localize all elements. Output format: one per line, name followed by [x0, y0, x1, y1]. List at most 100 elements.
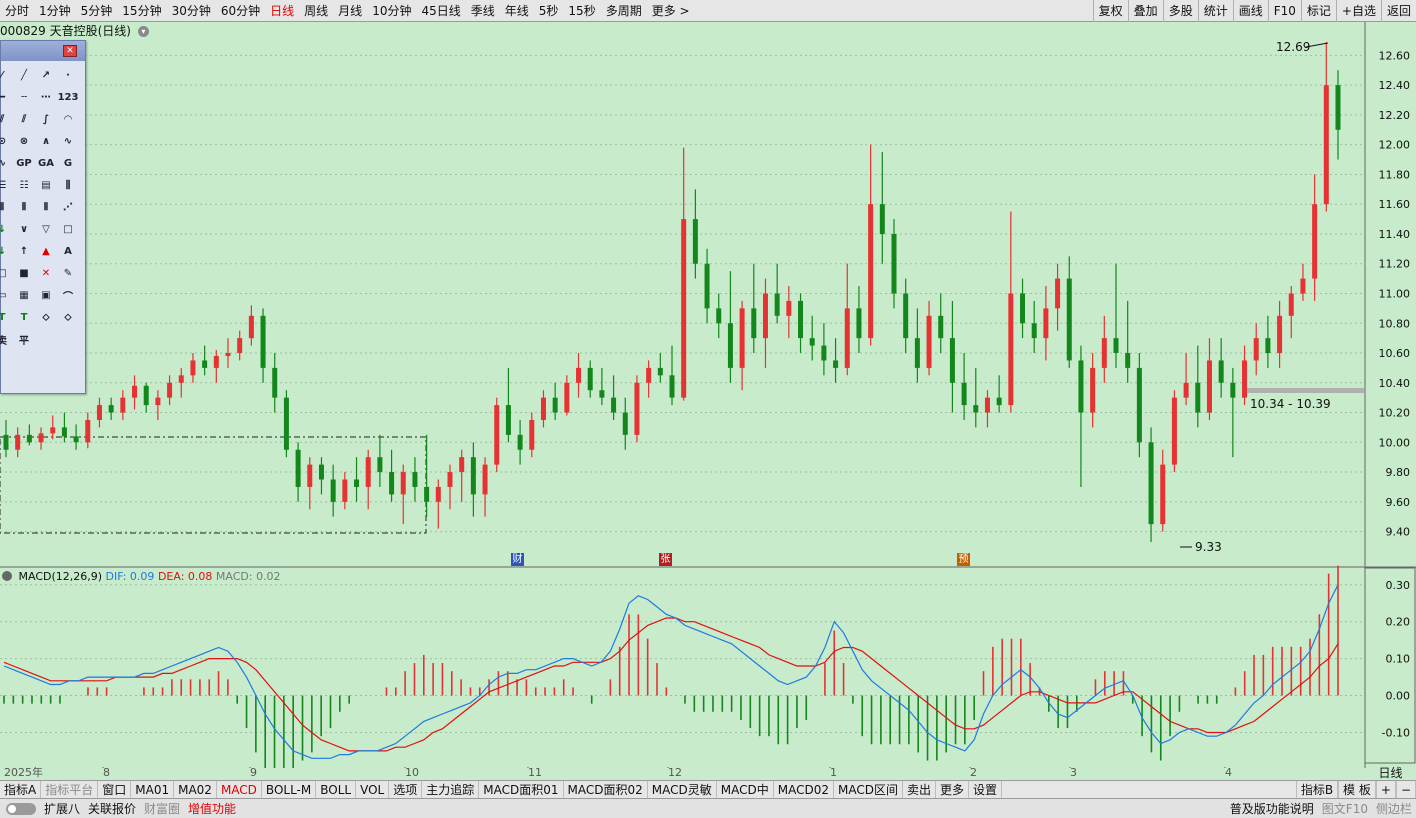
draw-tool-icon-30[interactable]: ▽: [35, 218, 57, 240]
gear-icon[interactable]: [2, 571, 12, 581]
signal-icon-finance[interactable]: 财: [511, 553, 524, 566]
draw-tool-icon-41[interactable]: ▦: [13, 284, 35, 306]
tab-0[interactable]: 指标A: [0, 780, 42, 799]
drawing-tools-panel[interactable]: ✕ ⁄ ╱ ↗ · ━ ╌ ⋯ 123 ⫽ ⫽ ∫ ◠ ⊙ ⊗ ∧ ∿ ∿ GP GA G ☰ ☷ ▤ ⫼ ⦀ ⦀ ⦀ ⋰ ↓ ∨ ▽ □ ↓ ↑…: [0, 40, 86, 394]
draw-tool-icon-31[interactable]: □: [57, 218, 79, 240]
tool-button-7[interactable]: +自选: [1335, 0, 1381, 22]
period-6[interactable]: 日线: [265, 0, 299, 22]
draw-tool-icon-20[interactable]: ☰: [0, 174, 13, 196]
tab-7[interactable]: BOLL: [316, 780, 357, 799]
tab-3[interactable]: MA01: [131, 780, 175, 799]
draw-tool-icon-7[interactable]: 123: [57, 86, 79, 108]
status-right-1[interactable]: 图文F10: [1318, 799, 1372, 818]
draw-tool-icon-50[interactable]: [35, 328, 57, 350]
period-13[interactable]: 5秒: [534, 0, 564, 22]
draw-tool-icon-28[interactable]: ↓: [0, 218, 13, 240]
tab-2[interactable]: 窗口: [98, 780, 132, 799]
period-2[interactable]: 5分钟: [76, 0, 118, 22]
signal-icon-rise[interactable]: 张: [659, 553, 672, 566]
period-16[interactable]: 更多 >: [647, 0, 695, 22]
status-right-2[interactable]: 侧边栏: [1372, 799, 1416, 818]
tab-14[interactable]: MACD中: [717, 780, 774, 799]
period-indicator[interactable]: 日线: [1365, 766, 1416, 780]
signal-icon-forecast[interactable]: 预: [957, 553, 970, 566]
draw-tool-icon-5[interactable]: ╌: [13, 86, 35, 108]
drawing-panel-header[interactable]: ✕: [1, 41, 85, 61]
tab-17[interactable]: 卖出: [903, 780, 936, 799]
draw-tool-icon-16[interactable]: ∿: [0, 152, 13, 174]
period-5[interactable]: 60分钟: [216, 0, 265, 22]
tool-button-0[interactable]: 复权: [1092, 0, 1128, 22]
tab-right-1[interactable]: 模 板: [1338, 781, 1376, 799]
tab-19[interactable]: 设置: [969, 780, 1002, 799]
draw-tool-icon-6[interactable]: ⋯: [35, 86, 57, 108]
period-7[interactable]: 周线: [299, 0, 333, 22]
draw-tool-icon-26[interactable]: ⦀: [35, 196, 57, 218]
draw-tool-icon-4[interactable]: ━: [0, 86, 13, 108]
tab-18[interactable]: 更多: [936, 780, 969, 799]
tab-8[interactable]: VOL: [356, 780, 390, 799]
period-1[interactable]: 1分钟: [34, 0, 76, 22]
draw-tool-icon-2[interactable]: ↗: [35, 64, 57, 86]
draw-tool-icon-32[interactable]: ↓: [0, 240, 13, 262]
draw-tool-icon-49[interactable]: 平: [13, 328, 35, 350]
draw-tool-icon-15[interactable]: ∿: [57, 130, 79, 152]
tab-4[interactable]: MA02: [174, 780, 217, 799]
tool-button-3[interactable]: 统计: [1197, 0, 1233, 22]
draw-tool-icon-12[interactable]: ⊙: [0, 130, 13, 152]
draw-tool-icon-23[interactable]: ⫼: [57, 174, 79, 196]
draw-tool-icon-22[interactable]: ▤: [35, 174, 57, 196]
tab-15[interactable]: MACD02: [774, 780, 834, 799]
draw-tool-icon-27[interactable]: ⋰: [57, 196, 79, 218]
period-12[interactable]: 年线: [500, 0, 534, 22]
period-15[interactable]: 多周期: [601, 0, 647, 22]
tab-9[interactable]: 选项: [389, 780, 423, 799]
draw-tool-icon-19[interactable]: G: [57, 152, 79, 174]
draw-tool-icon-14[interactable]: ∧: [35, 130, 57, 152]
tool-button-1[interactable]: 叠加: [1127, 0, 1163, 22]
draw-tool-icon-17[interactable]: GP: [13, 152, 35, 174]
draw-tool-icon-43[interactable]: ⌒: [57, 284, 79, 306]
tab-right-0[interactable]: 指标B: [1295, 781, 1339, 799]
draw-tool-icon-29[interactable]: ∨: [13, 218, 35, 240]
tab-1[interactable]: 指标平台: [41, 780, 99, 799]
draw-tool-icon-11[interactable]: ◠: [57, 108, 79, 130]
status-item-0[interactable]: 扩展八: [40, 799, 84, 818]
tab-5[interactable]: MACD: [217, 780, 262, 799]
draw-tool-icon-10[interactable]: ∫: [35, 108, 57, 130]
draw-tool-icon-46[interactable]: ⬦: [35, 306, 57, 328]
draw-tool-icon-1[interactable]: ╱: [13, 64, 35, 86]
draw-tool-icon-8[interactable]: ⫽: [0, 108, 13, 130]
draw-tool-icon-33[interactable]: ↑: [13, 240, 35, 262]
draw-tool-icon-47[interactable]: ⬦: [57, 306, 79, 328]
draw-tool-icon-24[interactable]: ⦀: [0, 196, 13, 218]
draw-tool-icon-25[interactable]: ⦀: [13, 196, 35, 218]
draw-tool-icon-45[interactable]: T: [13, 306, 35, 328]
toggle-switch[interactable]: [6, 802, 36, 815]
tab-right-2[interactable]: +: [1375, 781, 1396, 799]
draw-tool-icon-39[interactable]: ✎: [57, 262, 79, 284]
draw-tool-icon-18[interactable]: GA: [35, 152, 57, 174]
draw-tool-icon-44[interactable]: T: [0, 306, 13, 328]
draw-tool-icon-34[interactable]: ▲: [35, 240, 57, 262]
tab-12[interactable]: MACD面积02: [564, 780, 648, 799]
draw-tool-icon-21[interactable]: ☷: [13, 174, 35, 196]
tool-button-2[interactable]: 多股: [1162, 0, 1198, 22]
tool-button-5[interactable]: F10: [1267, 0, 1301, 22]
close-icon[interactable]: ✕: [63, 45, 77, 57]
status-item-3[interactable]: 增值功能: [184, 799, 240, 818]
period-14[interactable]: 15秒: [563, 0, 600, 22]
draw-tool-icon-38[interactable]: ✕: [35, 262, 57, 284]
status-right-0[interactable]: 普及版功能说明: [1226, 799, 1318, 818]
draw-tool-icon-35[interactable]: A: [57, 240, 79, 262]
tab-16[interactable]: MACD区间: [834, 780, 903, 799]
draw-tool-icon-36[interactable]: □: [0, 262, 13, 284]
draw-tool-icon-13[interactable]: ⊗: [13, 130, 35, 152]
period-4[interactable]: 30分钟: [167, 0, 216, 22]
period-0[interactable]: 分时: [0, 0, 34, 22]
tab-10[interactable]: 主力追踪: [422, 780, 480, 799]
period-10[interactable]: 45日线: [416, 0, 465, 22]
tool-button-8[interactable]: 返回: [1380, 0, 1416, 22]
period-3[interactable]: 15分钟: [117, 0, 166, 22]
tab-right-3[interactable]: −: [1395, 781, 1416, 799]
